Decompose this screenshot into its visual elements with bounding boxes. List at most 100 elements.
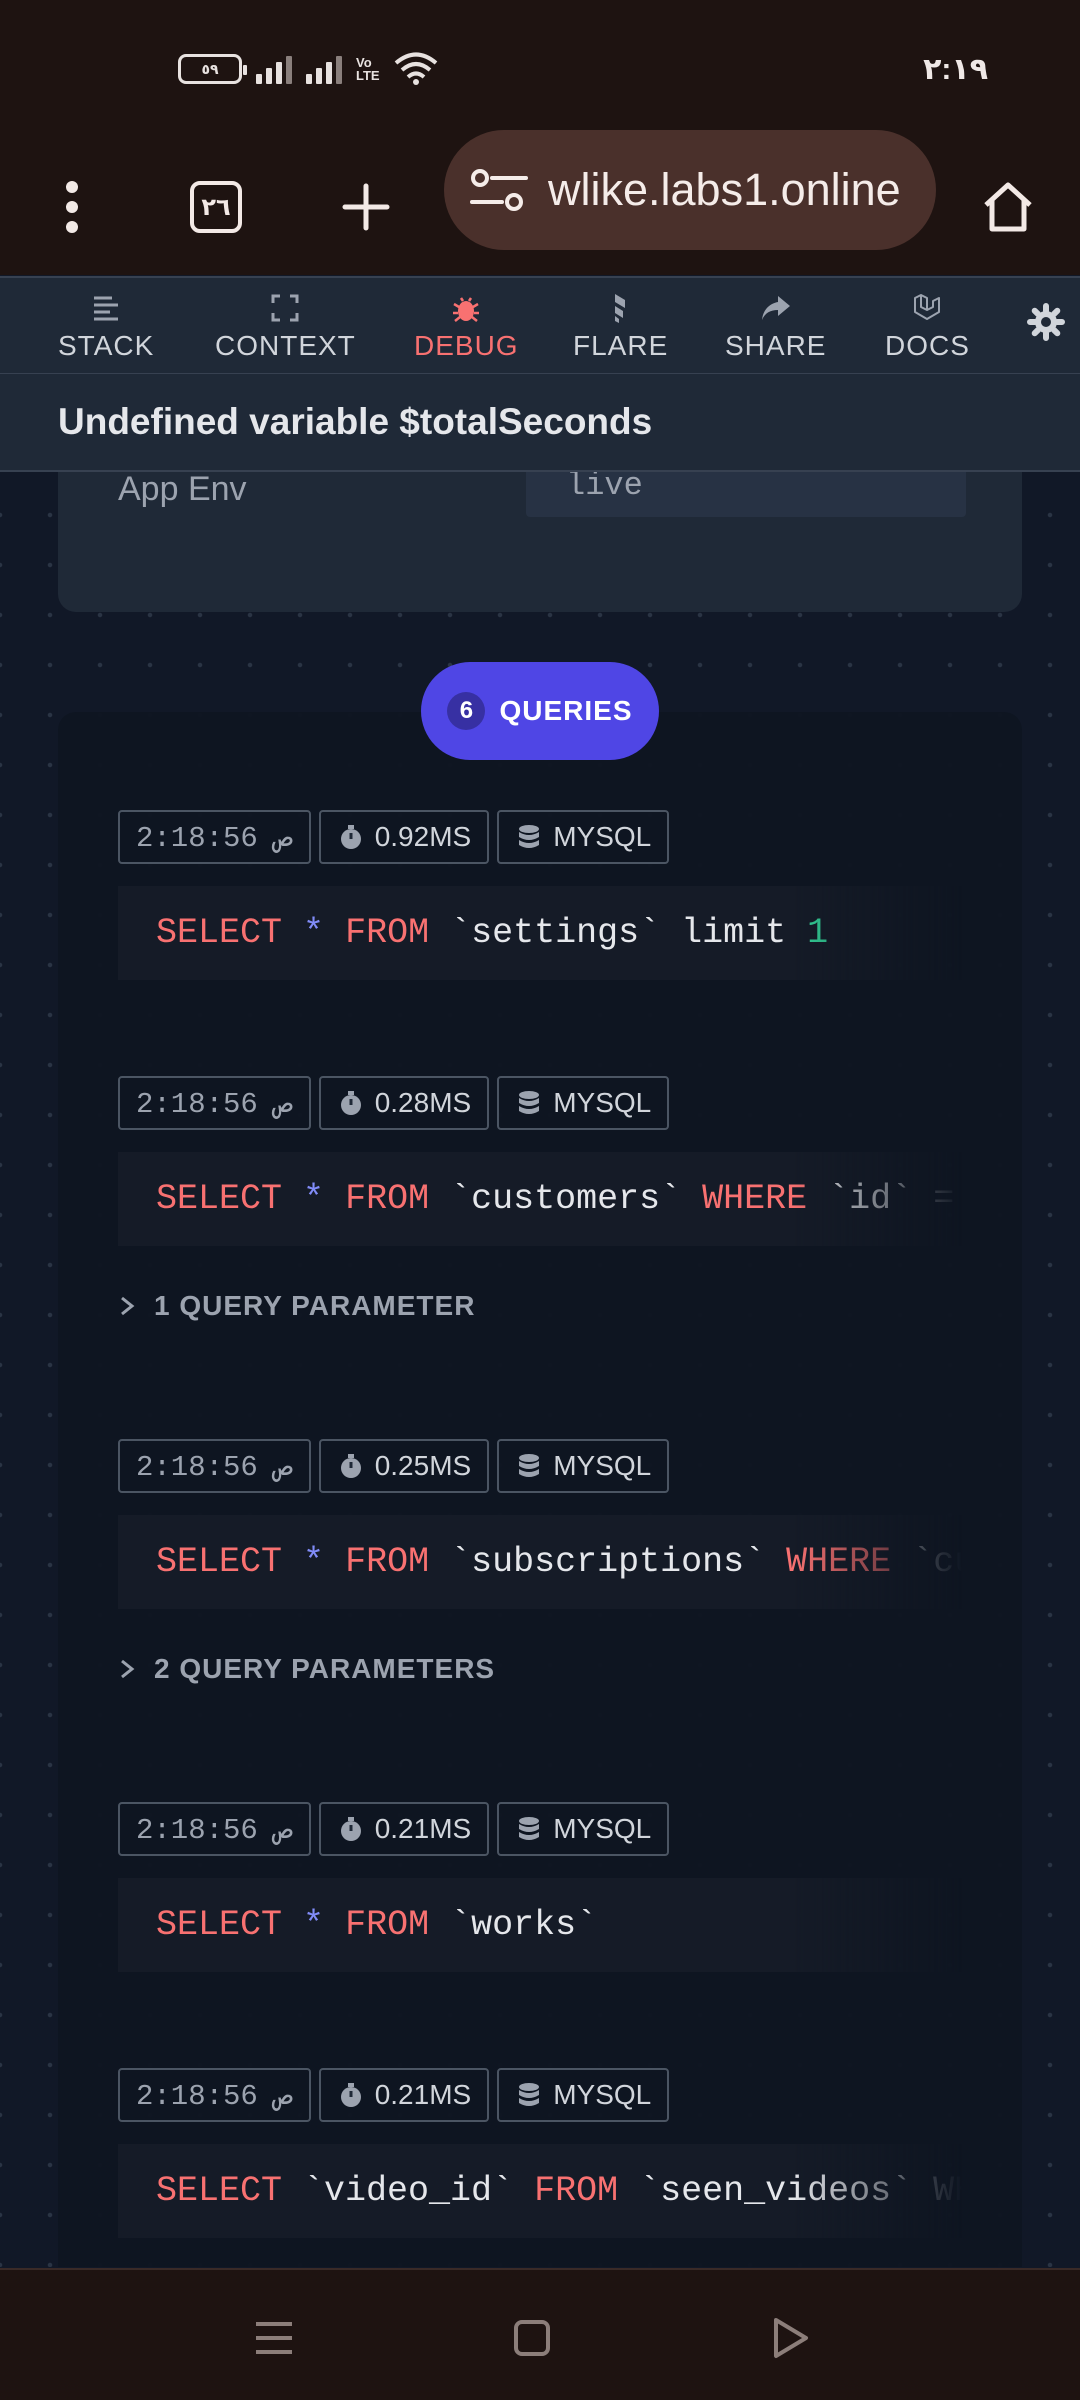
sql-token: `customers` — [429, 1179, 703, 1219]
chevron-right-icon — [121, 1296, 135, 1316]
queries-label: QUERIES — [499, 695, 633, 726]
sql-token: 1 — [807, 913, 829, 953]
query-params-toggle[interactable]: 1 QUERY PARAMETER — [118, 1290, 962, 1322]
queries-badge[interactable]: 6 QUERIES — [421, 662, 659, 760]
sql-token: FROM — [345, 913, 430, 953]
nav-docs-label: DOCS — [885, 330, 970, 361]
back-triangle-icon[interactable] — [760, 2308, 820, 2368]
sql-token: SELECT — [156, 1905, 283, 1945]
laravel-icon — [914, 294, 941, 320]
sql-token: `subscriptions` — [429, 1542, 787, 1582]
query-driver: MYSQL — [553, 1450, 652, 1481]
query-driver-chip: MYSQL — [497, 1439, 670, 1493]
debug-content[interactable]: App Env live 6 QUERIES 2:18:56 ص 0.92MS … — [0, 472, 1080, 2267]
env-card: App Env live — [58, 472, 1022, 612]
sql-code[interactable]: SELECT * FROM `works` — [118, 1878, 962, 1972]
gear-icon[interactable] — [1026, 302, 1066, 342]
sql-token: `video_id` — [282, 2171, 535, 2211]
sql-token: `settings` limit — [429, 913, 808, 953]
query-time: 2:18:56 ص — [118, 810, 311, 864]
nav-debug[interactable]: DEBUG — [414, 292, 519, 362]
query-item: 2:18:56 ص 0.21MS MYSQL SELECT * FROM `wo… — [118, 1802, 962, 1972]
nav-debug-label: DEBUG — [414, 330, 519, 361]
query-item: 2:18:56 ص 0.28MS MYSQL SELECT * FROM `cu… — [118, 1076, 962, 1322]
recents-menu-icon[interactable] — [244, 2308, 304, 2368]
query-params-toggle[interactable]: 2 QUERY PARAMETERS — [118, 1653, 962, 1685]
query-driver-chip: MYSQL — [497, 1076, 670, 1130]
sql-token: FROM — [345, 1542, 430, 1582]
query-driver: MYSQL — [553, 2079, 652, 2110]
query-driver: MYSQL — [553, 821, 652, 852]
query-driver: MYSQL — [553, 1813, 652, 1844]
sql-token: WHERE — [786, 1542, 892, 1582]
query-driver-chip: MYSQL — [497, 810, 670, 864]
database-icon — [519, 1817, 540, 1840]
nav-docs[interactable]: DOCS — [885, 292, 970, 362]
clock: ٢:١٩ — [923, 53, 988, 86]
database-icon — [519, 825, 540, 848]
sql-token: WHERE — [702, 1179, 808, 1219]
sql-code[interactable]: SELECT * FROM `settings` limit 1 — [118, 886, 962, 980]
query-duration: 0.28MS — [374, 1087, 472, 1118]
query-duration-chip: 0.21MS — [318, 1802, 490, 1856]
overflow-menu-icon[interactable] — [40, 175, 104, 239]
sql-token: SELECT — [156, 1542, 283, 1582]
sql-token: SELECT — [156, 913, 283, 953]
query-item: 2:18:56 ص 0.92MS MYSQL SELECT * FROM `se… — [118, 810, 962, 980]
env-value: live — [566, 472, 643, 504]
query-meta: 2:18:56 ص 0.92MS MYSQL — [118, 810, 962, 864]
debug-nav: STACK CONTEXT DEBUG FLARE SHARE DOCS — [0, 276, 1080, 374]
signal-2-icon — [306, 54, 342, 84]
nav-flare[interactable]: FLARE — [573, 292, 668, 362]
site-settings-icon[interactable] — [468, 165, 530, 215]
battery-icon: ٥٩ — [178, 54, 247, 84]
tab-switcher-button[interactable]: ٢٦ — [184, 175, 248, 239]
sql-code[interactable]: SELECT * FROM `subscriptions` WHERE `cus… — [118, 1515, 962, 1609]
stopwatch-icon — [340, 1091, 361, 1115]
query-driver: MYSQL — [553, 1087, 652, 1118]
env-label: App Env — [118, 472, 247, 508]
home-icon[interactable] — [976, 175, 1040, 239]
sql-code[interactable]: SELECT `video_id` FROM `seen_videos` WHE… — [118, 2144, 962, 2238]
nav-share[interactable]: SHARE — [725, 292, 826, 362]
nav-context-label: CONTEXT — [215, 330, 356, 361]
bug-icon — [453, 297, 480, 322]
sql-token: * — [303, 1542, 325, 1582]
query-item: 2:18:56 ص 0.25MS MYSQL SELECT * FROM `su… — [118, 1439, 962, 1685]
query-time: 2:18:56 ص — [118, 1439, 311, 1493]
nav-stack[interactable]: STACK — [58, 292, 154, 362]
sql-code[interactable]: SELECT * FROM `customers` WHERE `id` = ? — [118, 1152, 962, 1246]
query-params-label: 1 QUERY PARAMETER — [154, 1290, 476, 1321]
database-icon — [519, 1091, 540, 1114]
sql-token: `id` = ? — [828, 1179, 955, 1219]
query-duration: 0.21MS — [374, 2079, 472, 2110]
query-meta: 2:18:56 ص 0.25MS MYSQL — [118, 1439, 962, 1493]
nav-stack-label: STACK — [58, 330, 155, 361]
chevron-right-icon — [121, 1659, 135, 1679]
query-meta: 2:18:56 ص 0.28MS MYSQL — [118, 1076, 962, 1130]
sql-token: * — [303, 1179, 325, 1219]
address-bar[interactable]: wlike.labs1.online — [444, 130, 936, 250]
wifi-icon — [394, 52, 437, 85]
browser-toolbar: ٢٦ wlike.labs1.online — [0, 130, 1080, 275]
nav-context[interactable]: CONTEXT — [215, 292, 356, 362]
stopwatch-icon — [340, 1454, 361, 1478]
home-square-icon[interactable] — [502, 2308, 562, 2368]
query-driver-chip: MYSQL — [497, 2068, 670, 2122]
battery-level: ٥٩ — [201, 60, 219, 77]
flare-icon — [614, 294, 625, 323]
database-icon — [519, 2083, 540, 2106]
query-time: 2:18:56 ص — [118, 1802, 311, 1856]
sql-token: `seen_videos` WHERE — [639, 2171, 962, 2211]
query-duration: 0.25MS — [374, 1450, 472, 1481]
sql-token: FROM — [345, 1179, 430, 1219]
sql-token: FROM — [345, 1905, 430, 1945]
new-tab-icon[interactable] — [334, 175, 398, 239]
env-value-box: live — [526, 472, 966, 517]
stopwatch-icon — [340, 825, 361, 849]
